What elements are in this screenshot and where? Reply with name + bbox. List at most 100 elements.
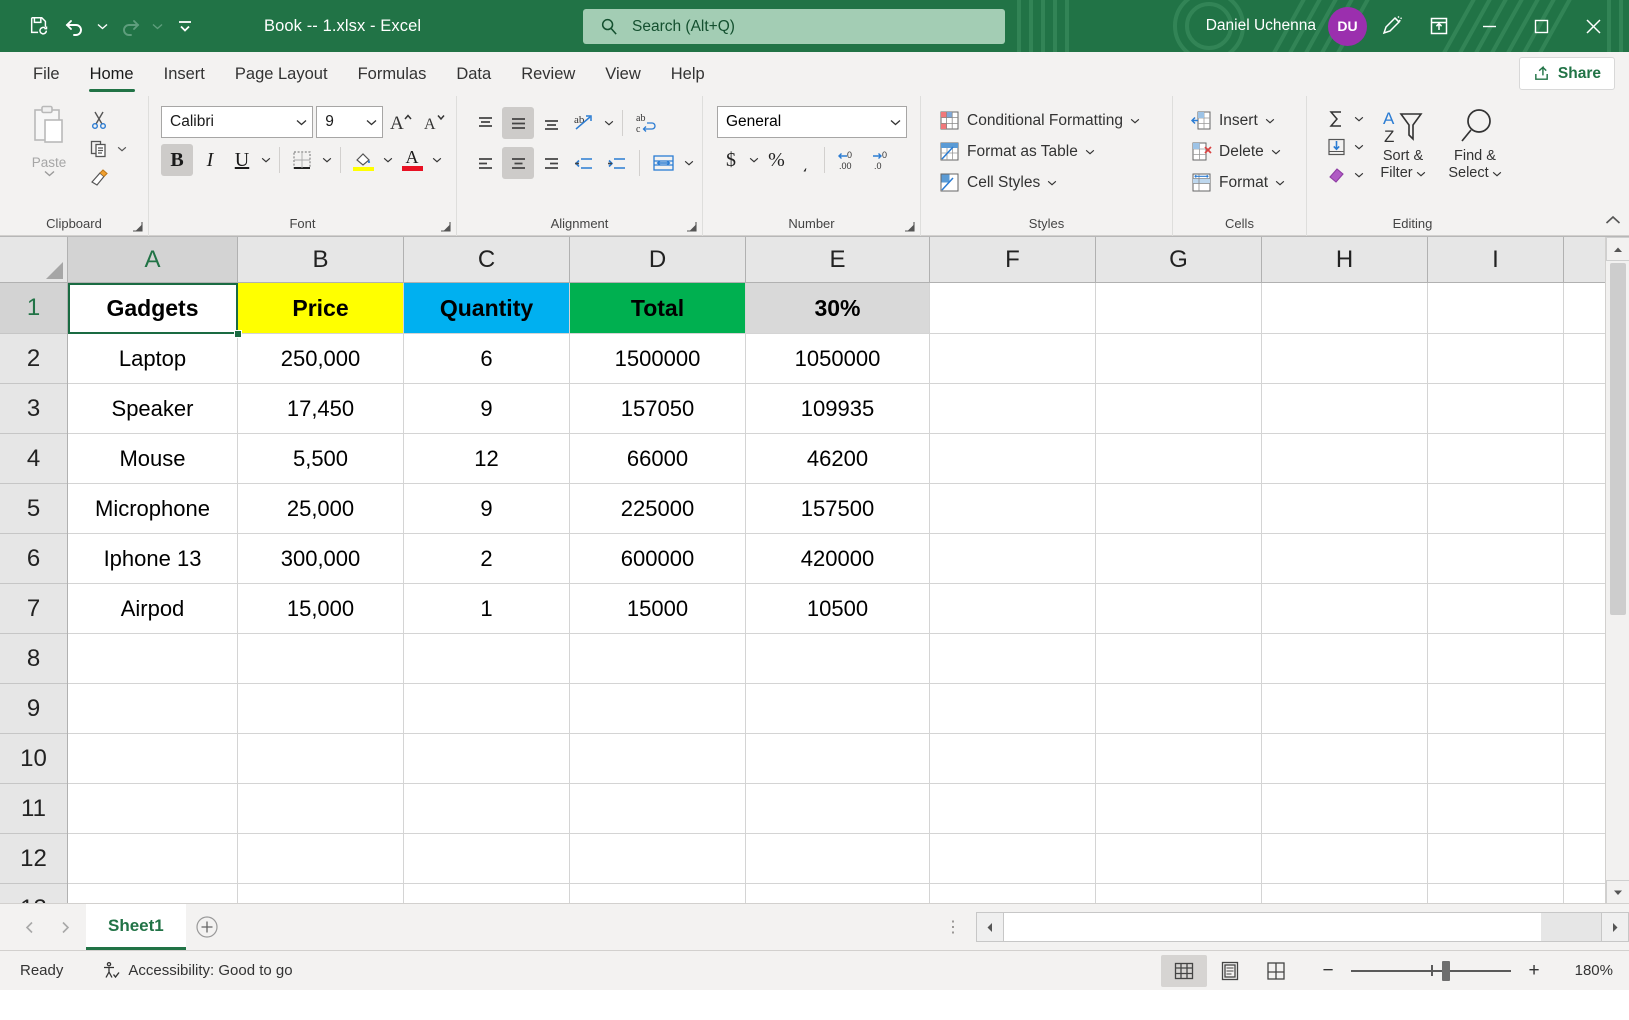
tab-formulas[interactable]: Formulas [343,52,442,96]
cell-H6[interactable] [1262,534,1428,583]
cell-D5[interactable]: 225000 [570,484,746,533]
undo-dropdown-icon[interactable] [94,9,111,43]
cell-A4[interactable]: Mouse [68,434,238,483]
wrap-text-button[interactable]: ab c [629,107,663,139]
cell-D4[interactable]: 66000 [570,434,746,483]
decrease-decimal-button[interactable]: 0 .0 [865,144,898,176]
cell-G3[interactable] [1096,384,1262,433]
cell-H10[interactable] [1262,734,1428,783]
previous-sheet-icon[interactable] [16,914,42,940]
cell-A5[interactable]: Microphone [68,484,238,533]
cell-F5[interactable] [930,484,1096,533]
cell-D8[interactable] [570,634,746,683]
comma-format-button[interactable]: ͵ [792,144,818,176]
zoom-slider[interactable] [1351,961,1511,981]
cell-E12[interactable] [746,834,930,883]
cell-B2[interactable]: 250,000 [238,334,404,383]
cell-B3[interactable]: 17,450 [238,384,404,433]
tab-insert[interactable]: Insert [149,52,220,96]
orientation-dropdown-icon[interactable] [601,110,616,136]
middle-align-button[interactable] [502,107,534,139]
cell-C10[interactable] [404,734,570,783]
cell-H12[interactable] [1262,834,1428,883]
cell-I7[interactable] [1428,584,1564,633]
cell-I1[interactable] [1428,283,1564,333]
tab-data[interactable]: Data [441,52,506,96]
cell-H7[interactable] [1262,584,1428,633]
column-header-g[interactable]: G [1096,237,1262,282]
row-header-6[interactable]: 6 [0,534,67,584]
cell-G10[interactable] [1096,734,1262,783]
cell-I11[interactable] [1428,784,1564,833]
cell-C2[interactable]: 6 [404,334,570,383]
horizontal-scrollbar[interactable] [976,912,1629,942]
cell-G13[interactable] [1096,884,1262,903]
autosum-button[interactable] [1321,105,1351,133]
fill-color-dropdown-icon[interactable] [380,147,395,173]
cell-I4[interactable] [1428,434,1564,483]
cell-I8[interactable] [1428,634,1564,683]
cell-B13[interactable] [238,884,404,903]
cell-A2[interactable]: Laptop [68,334,238,383]
tab-page-layout[interactable]: Page Layout [220,52,343,96]
next-sheet-icon[interactable] [52,914,78,940]
fill-color-button[interactable] [347,144,379,176]
column-header-e[interactable]: E [746,237,930,282]
cell-D12[interactable] [570,834,746,883]
cell-C8[interactable] [404,634,570,683]
cell-E3[interactable]: 109935 [746,384,930,433]
vertical-scroll-thumb[interactable] [1610,263,1626,615]
row-header-5[interactable]: 5 [0,484,67,534]
cell-C9[interactable] [404,684,570,733]
cell-D9[interactable] [570,684,746,733]
cell-G5[interactable] [1096,484,1262,533]
pen-draw-icon[interactable] [1367,6,1415,46]
accounting-dropdown-icon[interactable] [746,147,761,173]
cell-H8[interactable] [1262,634,1428,683]
number-dialog-launcher[interactable] [903,220,916,233]
cell-A13[interactable] [68,884,238,903]
cell-I9[interactable] [1428,684,1564,733]
fill-handle[interactable] [234,330,242,338]
tab-view[interactable]: View [590,52,655,96]
undo-icon[interactable] [58,9,92,43]
fill-dropdown-icon[interactable] [1351,134,1366,160]
search-input[interactable]: Search (Alt+Q) [583,9,1005,44]
column-header-a[interactable]: A [68,237,238,282]
cell-C6[interactable]: 2 [404,534,570,583]
underline-button[interactable]: U [227,144,257,176]
scroll-left-button[interactable] [976,912,1004,942]
cell-I12[interactable] [1428,834,1564,883]
cell-F3[interactable] [930,384,1096,433]
cell-C12[interactable] [404,834,570,883]
cell-F11[interactable] [930,784,1096,833]
row-header-13[interactable]: 13 [0,884,67,903]
tab-split-handle[interactable]: ⋮ [931,917,976,937]
cell-B7[interactable]: 15,000 [238,584,404,633]
cell-F8[interactable] [930,634,1096,683]
autosum-dropdown-icon[interactable] [1351,106,1366,132]
cell-F10[interactable] [930,734,1096,783]
cell-H5[interactable] [1262,484,1428,533]
cell-F7[interactable] [930,584,1096,633]
row-header-8[interactable]: 8 [0,634,67,684]
page-break-preview-button[interactable] [1253,955,1299,987]
column-header-h[interactable]: H [1262,237,1428,282]
orientation-button[interactable]: ab [568,107,600,139]
insert-cells-button[interactable]: Insert [1185,105,1291,136]
row-header-1[interactable]: 1 [0,283,67,334]
cell-G11[interactable] [1096,784,1262,833]
cell-A1[interactable]: Gadgets [68,283,238,333]
cell-F4[interactable] [930,434,1096,483]
borders-button[interactable] [286,144,318,176]
cell-I2[interactable] [1428,334,1564,383]
cell-E2[interactable]: 1050000 [746,334,930,383]
format-painter-button[interactable] [84,164,114,192]
fill-button[interactable] [1321,133,1351,161]
clear-dropdown-icon[interactable] [1351,162,1366,188]
cell-C1[interactable]: Quantity [404,283,570,333]
cut-button[interactable] [84,106,114,134]
scroll-up-button[interactable] [1606,237,1629,261]
alignment-dialog-launcher[interactable] [685,220,698,233]
cell-D13[interactable] [570,884,746,903]
